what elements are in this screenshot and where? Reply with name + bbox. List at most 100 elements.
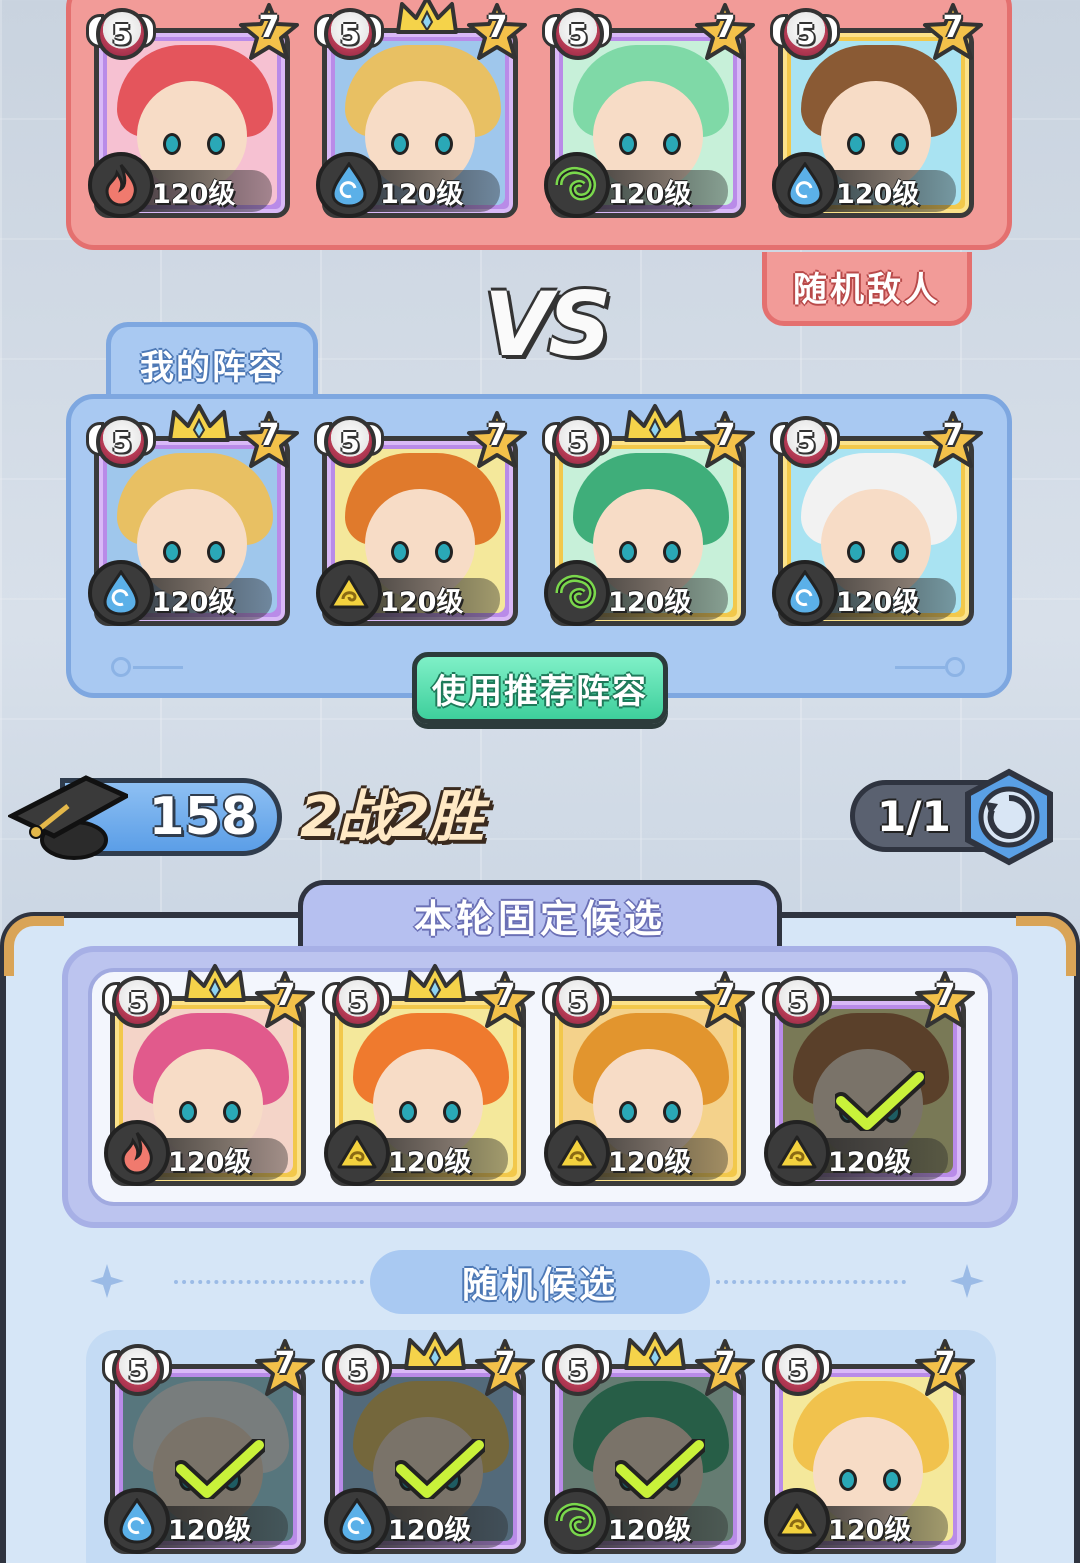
rank-value: 5: [568, 425, 588, 459]
star-badge: 7: [466, 410, 528, 472]
star-count: 7: [934, 1346, 956, 1381]
rank-value: 5: [348, 985, 368, 1019]
crown-icon: [404, 964, 466, 1002]
hero-level: 120级: [828, 1146, 912, 1178]
hero-level: 120级: [388, 1146, 472, 1178]
hero-level: 120级: [152, 178, 236, 210]
enemy-label-tab: 随机敌人: [762, 252, 972, 326]
hero-level: 120级: [168, 1146, 252, 1178]
rank-value: 5: [796, 425, 816, 459]
rank-value: 5: [788, 985, 808, 1019]
rank-value: 5: [112, 425, 132, 459]
random-candidates-label: 随机候选: [370, 1250, 710, 1314]
refresh-icon[interactable]: [962, 768, 1056, 866]
rank-badge: 5: [314, 4, 384, 62]
enemy-label: 随机敌人: [793, 270, 941, 310]
hero-card-green-sorceress[interactable]: 5 7 120级: [540, 2, 756, 220]
crown-icon: [168, 404, 230, 442]
hero-card-golden-queen[interactable]: 5 7 120级: [320, 1332, 535, 1556]
star-count: 7: [486, 418, 508, 453]
crown-icon: [396, 0, 458, 34]
fire-element-icon: [104, 1120, 170, 1186]
star-badge: 7: [466, 2, 528, 64]
hero-card-blonde-girl[interactable]: 5 7 120级: [760, 1338, 975, 1556]
vs-label: VS: [484, 273, 611, 376]
panel-decoration-right: [895, 657, 967, 677]
hero-level: 120级: [608, 1514, 692, 1546]
star-badge: 7: [914, 970, 976, 1032]
crown-icon: [624, 404, 686, 442]
checkmark-icon: [615, 1439, 705, 1499]
star-count: 7: [942, 10, 964, 45]
hero-level: 120级: [828, 1514, 912, 1546]
wind-element-icon: [544, 1488, 610, 1554]
wind-element-icon: [544, 152, 610, 218]
my-team-label: 我的阵容: [140, 348, 284, 388]
corner-ornament-right: [1016, 916, 1076, 976]
star-count: 7: [494, 1346, 516, 1381]
divider-left: [174, 1280, 364, 1284]
star-count: 7: [942, 418, 964, 453]
hero-card-orange-fighter[interactable]: 5 7 120级: [320, 964, 536, 1188]
rank-badge: 5: [86, 412, 156, 470]
star-count: 7: [494, 978, 516, 1013]
crown-icon: [404, 1332, 466, 1370]
rank-badge: 5: [322, 1340, 392, 1398]
hero-level: 120级: [608, 586, 692, 618]
rank-value: 5: [340, 425, 360, 459]
star-count: 7: [486, 10, 508, 45]
hero-level: 120级: [608, 1146, 692, 1178]
hero-card-tiger-warrior[interactable]: 5 7 120级: [312, 410, 528, 628]
rank-value: 5: [112, 17, 132, 51]
rank-value: 5: [568, 985, 588, 1019]
star-badge: 7: [238, 410, 300, 472]
crown-icon: [624, 1332, 686, 1370]
hero-card-armored-golem[interactable]: 5 7 120级: [768, 2, 983, 220]
star-count: 7: [274, 1346, 296, 1381]
star-badge: 7: [694, 970, 756, 1032]
sparkle-icon: [950, 1264, 984, 1298]
rank-value: 5: [340, 17, 360, 51]
earth-element-icon: [324, 1120, 390, 1186]
star-badge: 7: [254, 1338, 316, 1400]
checkmark-icon: [175, 1439, 265, 1499]
star-count: 7: [714, 1346, 736, 1381]
rank-badge: 5: [542, 1340, 612, 1398]
rank-badge: 5: [762, 972, 832, 1030]
use-recommended-lineup-button[interactable]: 使用推荐阵容: [412, 652, 668, 724]
crown-icon: [184, 964, 246, 1002]
earth-element-icon: [764, 1488, 830, 1554]
star-badge: 7: [474, 970, 536, 1032]
earth-element-icon: [316, 560, 382, 626]
hero-card-golden-queen[interactable]: 5 7 120级: [312, 0, 528, 220]
hero-level: 120级: [380, 178, 464, 210]
star-badge: 7: [694, 2, 756, 64]
rank-value: 5: [128, 1353, 148, 1387]
sparkle-icon: [90, 1264, 124, 1298]
water-element-icon: [772, 152, 838, 218]
rank-value: 5: [348, 1353, 368, 1387]
star-badge: 7: [238, 2, 300, 64]
water-element-icon: [316, 152, 382, 218]
hero-level: 120级: [608, 178, 692, 210]
hero-card-goggles-girl[interactable]: 5 7 120级: [768, 410, 983, 628]
random-candidates-title: 随机候选: [461, 1265, 618, 1306]
hero-card-jade-elf[interactable]: 5 7 120级: [540, 1332, 755, 1556]
refresh-count: 1/1: [877, 791, 951, 841]
rank-badge: 5: [542, 972, 612, 1030]
star-badge: 7: [694, 410, 756, 472]
hero-card-goggles-girl[interactable]: 5 7 120级: [100, 1338, 316, 1556]
rank-value: 5: [568, 1353, 588, 1387]
rank-badge: 5: [542, 412, 612, 470]
rank-value: 5: [796, 17, 816, 51]
hero-card-pink-adventurer[interactable]: 5 7 120级: [100, 964, 316, 1188]
rank-badge: 5: [102, 1340, 172, 1398]
hero-card-fire-heroine[interactable]: 5 7 120级: [84, 2, 300, 220]
hero-card-golden-queen[interactable]: 5 7 120级: [84, 404, 300, 628]
hero-level: 120级: [152, 586, 236, 618]
hero-card-bearded-sage[interactable]: 5 7 120级: [540, 970, 756, 1188]
hero-card-tiger-warrior[interactable]: 5 7 120级: [760, 970, 976, 1188]
star-badge: 7: [254, 970, 316, 1032]
water-element-icon: [324, 1488, 390, 1554]
hero-card-jade-elf[interactable]: 5 7 120级: [540, 404, 756, 628]
